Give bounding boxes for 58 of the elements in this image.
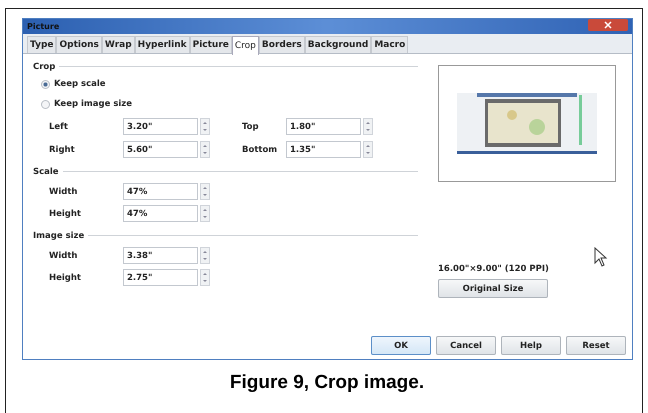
radio-button[interactable] (41, 80, 50, 88)
original-size-button[interactable]: Original Size (438, 279, 548, 298)
tab[interactable]: Wrap (102, 36, 135, 53)
tab[interactable]: Hyperlink (134, 36, 190, 53)
spin-button[interactable] (200, 183, 210, 200)
input-field[interactable]: 3.20" (123, 118, 198, 135)
up-down-arrows-icon (201, 184, 209, 199)
field-label: Height (49, 208, 82, 218)
tab[interactable]: Borders (258, 36, 305, 53)
dialog-button[interactable]: OK (371, 336, 431, 355)
tab[interactable]: Macro (371, 36, 408, 53)
up-down-arrows-icon (201, 119, 209, 134)
up-down-arrows-icon (201, 248, 209, 263)
up-down-arrows-icon (364, 142, 372, 157)
section-heading: Crop (33, 62, 56, 72)
input-field[interactable]: 47% (123, 183, 198, 200)
input-field[interactable]: 2.75" (123, 269, 198, 286)
spin-button[interactable] (363, 141, 373, 158)
tab[interactable]: Crop (232, 36, 259, 55)
spin-button[interactable] (200, 141, 210, 158)
close-icon[interactable] (588, 19, 628, 31)
spin-button[interactable] (200, 269, 210, 286)
field-label: Width (49, 186, 78, 196)
image-dimensions: 16.00"×9.00" (120 PPI) (438, 264, 550, 274)
up-down-arrows-icon (201, 142, 209, 157)
section-heading: Image size (33, 230, 84, 240)
input-field[interactable]: 1.35" (286, 141, 361, 158)
dialog-button[interactable]: Reset (566, 336, 626, 355)
input-field[interactable]: 5.60" (123, 141, 198, 158)
tab[interactable]: Options (56, 36, 102, 53)
field-label: Width (49, 250, 78, 260)
window-title: Picture (27, 22, 60, 31)
up-down-arrows-icon (201, 206, 209, 221)
field-label: Bottom (242, 144, 278, 154)
radio-label: Keep image size (54, 99, 132, 109)
tab[interactable]: Picture (190, 36, 232, 53)
spin-button[interactable] (200, 247, 210, 264)
input-field[interactable]: 3.38" (123, 247, 198, 264)
tab[interactable]: Type (27, 36, 56, 53)
dialog-button[interactable]: Cancel (436, 336, 496, 355)
radio-label: Keep scale (54, 79, 106, 89)
section-heading: Scale (33, 166, 59, 176)
input-field[interactable]: 1.80" (286, 118, 361, 135)
field-label: Left (49, 122, 69, 132)
field-label: Right (49, 144, 76, 154)
input-field[interactable]: 47% (123, 205, 198, 222)
radio-button[interactable] (41, 100, 50, 108)
dialog-button[interactable]: Help (501, 336, 561, 355)
spin-button[interactable] (363, 118, 373, 135)
spin-button[interactable] (200, 205, 210, 222)
figure-caption: Figure 9, Crop image. (228, 372, 426, 394)
up-down-arrows-icon (201, 270, 209, 285)
mouse-pointer-icon (594, 247, 608, 267)
field-label: Top (242, 122, 260, 132)
spin-button[interactable] (200, 118, 210, 135)
tab[interactable]: Background (304, 36, 372, 53)
field-label: Height (49, 272, 82, 282)
up-down-arrows-icon (364, 119, 372, 134)
